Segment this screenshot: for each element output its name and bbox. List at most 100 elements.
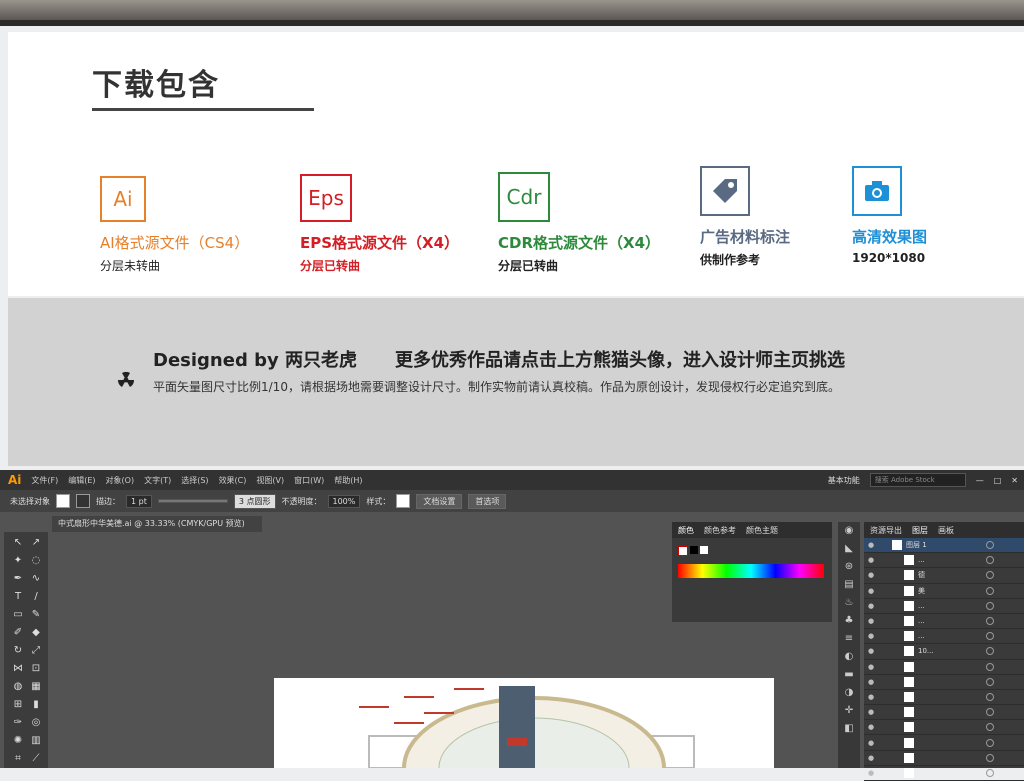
target-circle-icon[interactable] [986,541,994,550]
target-circle-icon[interactable] [986,723,994,732]
paintbrush-tool-icon[interactable]: ✎ [28,608,44,622]
color-spectrum[interactable] [678,564,824,578]
layer-row[interactable]: ● 美 [864,584,1024,599]
visibility-eye-icon[interactable]: ● [868,617,878,625]
visibility-eye-icon[interactable]: ● [868,769,878,777]
layer-row[interactable]: ● [864,735,1024,751]
curvature-tool-icon[interactable]: ∿ [28,572,44,586]
mesh-tool-icon[interactable]: ⊞ [10,698,26,712]
layer-row[interactable]: ● [864,766,1024,781]
gradient-panel-icon[interactable]: ◑ [838,684,860,702]
layer-row[interactable]: ● 10... [864,644,1024,660]
target-circle-icon[interactable] [986,617,994,626]
variable-width-select[interactable] [157,499,228,503]
visibility-eye-icon[interactable]: ● [868,602,878,610]
visibility-eye-icon[interactable]: ● [868,663,878,671]
selection-tool-icon[interactable]: ↖ [10,536,26,550]
stroke-weight-input[interactable]: 1 pt [126,494,152,508]
scale-tool-icon[interactable]: ⤢ [28,644,44,658]
visibility-eye-icon[interactable]: ● [868,708,878,716]
layer-row[interactable]: ●... [864,629,1024,645]
layer-row[interactable]: ● 德 [864,568,1024,584]
target-circle-icon[interactable] [986,632,994,641]
visibility-eye-icon[interactable]: ● [868,693,878,701]
menu-window[interactable]: 窗口(W) [294,475,324,486]
perspective-grid-tool-icon[interactable]: ▦ [28,680,44,694]
align-icon[interactable]: ≡ [838,630,860,648]
layer-row[interactable]: ● 图层 1 [864,538,1024,554]
symbols-icon[interactable]: ⊛ [838,558,860,576]
stroke-swatch[interactable] [76,494,90,508]
appearance-icon[interactable]: ◉ [838,522,860,540]
artboard[interactable] [274,678,774,769]
tab-color[interactable]: 颜色 [678,525,694,536]
shape-builder-tool-icon[interactable]: ◍ [10,680,26,694]
layer-row[interactable]: ● [864,751,1024,766]
menu-effect[interactable]: 效果(C) [219,475,247,486]
visibility-eye-icon[interactable]: ● [868,571,878,579]
target-circle-icon[interactable] [986,692,994,701]
target-circle-icon[interactable] [986,571,994,580]
eyedropper-tool-icon[interactable]: ✑ [10,716,26,730]
pen-tool-icon[interactable]: ✒ [10,572,26,586]
layer-row[interactable]: ●... [864,599,1024,614]
tab-layers[interactable]: 图层 [912,525,928,536]
symbol-sprayer-tool-icon[interactable]: ✺ [10,734,26,748]
graphic-styles-icon[interactable]: ▤ [838,576,860,594]
tab-color-guide[interactable]: 颜色参考 [704,525,736,536]
visibility-eye-icon[interactable]: ● [868,739,878,747]
opacity-input[interactable]: 100% [327,494,361,508]
menu-object[interactable]: 对象(O) [106,475,135,486]
layer-row[interactable]: ● [864,720,1024,736]
document-setup-button[interactable]: 文档设置 [416,493,463,509]
transparency-icon[interactable]: ◐ [838,648,860,666]
club-icon[interactable]: ♣ [838,612,860,630]
line-tool-icon[interactable]: / [28,590,44,604]
tab-asset-export[interactable]: 资源导出 [870,525,902,536]
canvas-area[interactable] [52,532,774,769]
layer-row[interactable]: ● [864,675,1024,690]
tab-artboards[interactable]: 画板 [938,525,954,536]
menu-file[interactable]: 文件(F) [31,475,58,486]
slice-tool-icon[interactable]: ⟋ [28,752,44,766]
layer-row[interactable]: ●... [864,553,1024,569]
menu-select[interactable]: 选择(S) [181,475,208,486]
layer-row[interactable]: ● [864,705,1024,721]
brush-select[interactable]: 3 点圆形 [233,493,276,509]
eraser-tool-icon[interactable]: ◆ [28,626,44,640]
gradient-tool-icon[interactable]: ▮ [28,698,44,712]
layer-row[interactable]: ● [864,660,1024,675]
menu-edit[interactable]: 编辑(E) [68,475,95,486]
close-icon[interactable]: ✕ [1011,476,1018,485]
none-swatch[interactable] [678,546,688,556]
brushes-icon[interactable]: ◣ [838,540,860,558]
white-swatch[interactable] [700,546,708,554]
free-transform-tool-icon[interactable]: ⊡ [28,662,44,676]
fill-swatch[interactable] [56,494,70,508]
target-circle-icon[interactable] [986,662,994,671]
preferences-button[interactable]: 首选项 [468,493,507,509]
layer-row[interactable]: ●... [864,614,1024,630]
document-tab[interactable]: 中式扇形中华美德.ai @ 33.33% (CMYK/GPU 预览) [52,516,262,532]
graph-tool-icon[interactable]: ▥ [28,734,44,748]
menu-help[interactable]: 帮助(H) [334,475,362,486]
transform-icon[interactable]: ✛ [838,702,860,720]
workspace-switcher[interactable]: 基本功能 [828,475,860,486]
maximize-icon[interactable]: □ [994,476,1002,485]
tab-color-themes[interactable]: 颜色主题 [746,525,778,536]
visibility-eye-icon[interactable]: ● [868,647,878,655]
target-circle-icon[interactable] [986,708,994,717]
pathfinder-icon[interactable]: ◧ [838,720,860,738]
black-swatch[interactable] [690,546,698,554]
type-tool-icon[interactable]: T [10,590,26,604]
libraries-icon[interactable]: ♨ [838,594,860,612]
rotate-tool-icon[interactable]: ↻ [10,644,26,658]
visibility-eye-icon[interactable]: ● [868,632,878,640]
lasso-tool-icon[interactable]: ◌ [28,554,44,568]
magic-wand-tool-icon[interactable]: ✦ [10,554,26,568]
width-tool-icon[interactable]: ⋈ [10,662,26,676]
menu-type[interactable]: 文字(T) [144,475,171,486]
minimize-icon[interactable]: — [976,476,984,485]
style-swatch[interactable] [396,494,411,508]
target-circle-icon[interactable] [986,677,994,686]
